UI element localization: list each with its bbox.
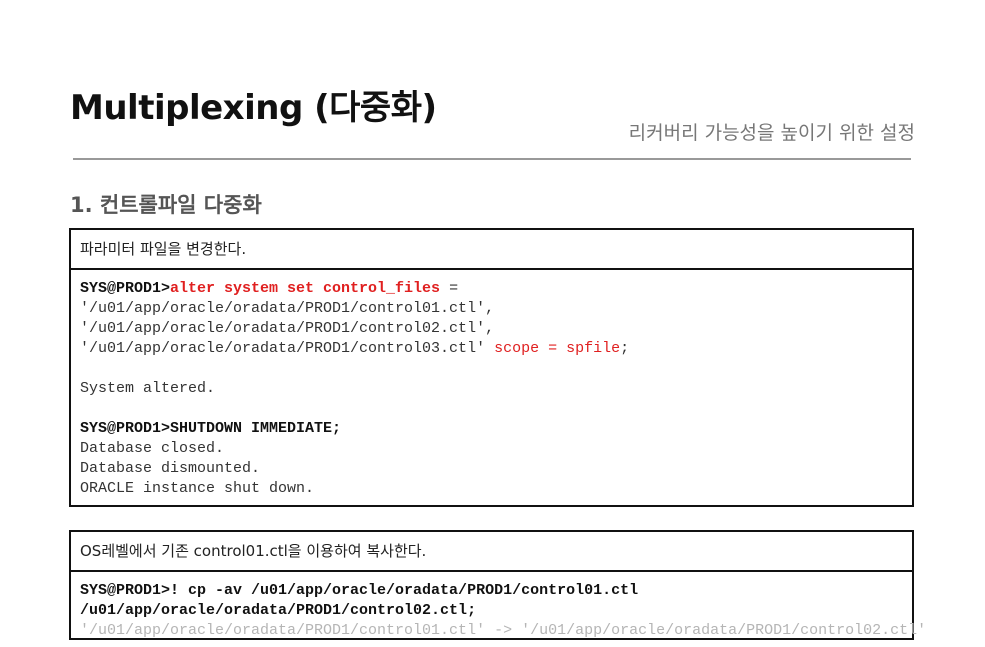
code-line: SYS@PROD1>! cp -av /u01/app/oracle/orada…: [80, 582, 639, 599]
code-box-header: 파라미터 파일을 변경한다.: [71, 230, 912, 270]
sql-path: '/u01/app/oracle/oradata/PROD1/control03…: [80, 340, 495, 357]
code-box-os-copy: OS레벨에서 기존 control01.ctl을 이용하여 복사한다. SYS@…: [69, 530, 926, 640]
code-block: SYS@PROD1>alter system set control_files…: [71, 270, 912, 505]
sql-operator: =: [440, 280, 459, 297]
title-divider: [73, 158, 911, 160]
sql-prompt: SYS@PROD1>: [80, 420, 171, 437]
page-title: Multiplexing (다중화): [70, 88, 437, 128]
sql-scope: scope = spfile: [494, 340, 621, 357]
sql-prompt: SYS@PROD1>: [80, 280, 171, 297]
code-output-line: Database closed.: [80, 440, 225, 457]
code-output-line: Database dismounted.: [80, 460, 261, 477]
code-line: SYS@PROD1>SHUTDOWN IMMEDIATE;: [80, 419, 902, 439]
sql-command: SHUTDOWN IMMEDIATE;: [170, 420, 342, 437]
section-title: 1. 컨트롤파일 다중화: [70, 193, 262, 217]
code-line: '/u01/app/oracle/oradata/PROD1/control03…: [80, 339, 902, 359]
code-output-line: '/u01/app/oracle/oradata/PROD1/control01…: [80, 622, 927, 639]
code-line: /u01/app/oracle/oradata/PROD1/control02.…: [80, 602, 477, 619]
sql-terminator: ;: [620, 340, 630, 357]
code-block: SYS@PROD1>! cp -av /u01/app/oracle/orada…: [71, 572, 927, 647]
code-box-parameter-change: 파라미터 파일을 변경한다. SYS@PROD1>alter system se…: [69, 228, 914, 507]
code-output-line: System altered.: [80, 380, 216, 397]
code-line: SYS@PROD1>alter system set control_files…: [80, 279, 902, 299]
page-subtitle: 리커버리 가능성을 높이기 위한 설정: [628, 122, 915, 144]
code-output-line: ORACLE instance shut down.: [80, 480, 315, 497]
sql-command: alter system set control_files: [170, 280, 441, 297]
code-box-header: OS레벨에서 기존 control01.ctl을 이용하여 복사한다.: [71, 532, 912, 572]
code-line: '/u01/app/oracle/oradata/PROD1/control01…: [80, 300, 495, 317]
code-line: '/u01/app/oracle/oradata/PROD1/control02…: [80, 320, 495, 337]
